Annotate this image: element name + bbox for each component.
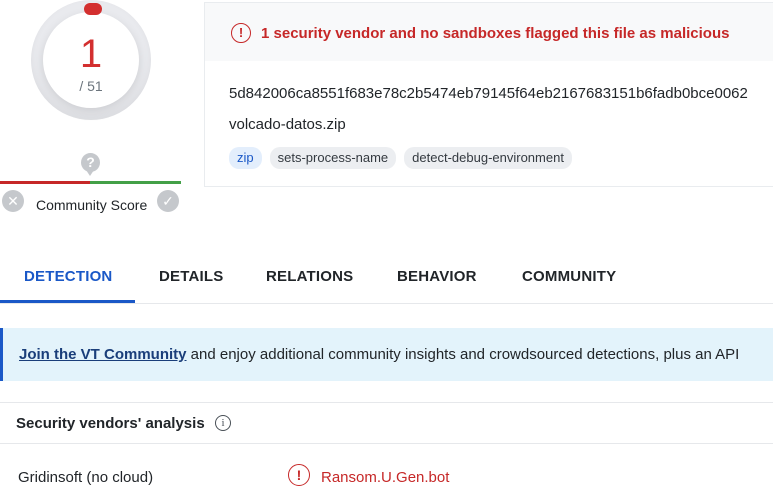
tab-relations[interactable]: RELATIONS: [266, 268, 353, 285]
gauge-detection-marker: [84, 3, 102, 15]
community-score-widget: 1 / 51 ? ✕ Community Score ✓: [0, 0, 200, 220]
vendors-title: Security vendors' analysis: [16, 415, 205, 432]
join-community-link[interactable]: Join the VT Community: [19, 346, 187, 363]
tab-detection[interactable]: DETECTION: [24, 268, 112, 285]
community-score-label: Community Score: [36, 197, 148, 213]
join-community-banner: Join the VT Community and enjoy addition…: [0, 328, 773, 381]
alert-text: 1 security vendor and no sandboxes flagg…: [261, 25, 730, 42]
vendors-divider: [0, 443, 773, 444]
vote-malicious-icon[interactable]: ✕: [2, 190, 24, 212]
file-hash: 5d842006ca8551f683e78c2b5474eb79145f64eb…: [229, 85, 748, 102]
tab-community[interactable]: COMMUNITY: [522, 268, 616, 285]
malicious-alert-icon: !: [288, 464, 310, 486]
security-vendors-panel: Security vendors' analysis i Gridinsoft …: [0, 402, 773, 501]
file-tags: zip sets-process-name detect-debug-envir…: [229, 147, 572, 169]
detection-gauge: 1 / 51: [31, 0, 151, 124]
tab-behavior[interactable]: BEHAVIOR: [397, 268, 477, 285]
alert-icon: !: [231, 23, 251, 43]
detection-count: 1: [79, 32, 103, 76]
banner-message: and enjoy additional community insights …: [186, 346, 740, 363]
vote-harmless-icon[interactable]: ✓: [157, 190, 179, 212]
file-name: volcado-datos.zip: [229, 116, 346, 133]
tag-detect-debug-environment[interactable]: detect-debug-environment: [404, 147, 572, 169]
question-icon-pointer: [86, 170, 94, 176]
community-score-bar-negative: [0, 181, 90, 184]
community-score-bar-positive: [90, 181, 181, 184]
tab-details[interactable]: DETAILS: [159, 268, 223, 285]
vendor-name: Gridinsoft (no cloud): [18, 469, 154, 486]
tag-zip[interactable]: zip: [229, 147, 262, 169]
detection-alert: ! 1 security vendor and no sandboxes fla…: [205, 3, 773, 61]
info-icon[interactable]: i: [215, 415, 231, 431]
file-summary-card: ! 1 security vendor and no sandboxes fla…: [204, 2, 773, 187]
detection-total: / 51: [79, 78, 103, 94]
banner-text: Join the VT Community and enjoy addition…: [19, 346, 739, 363]
active-tab-indicator: [0, 300, 135, 303]
vendor-result: Ransom.U.Gen.bot: [321, 469, 450, 486]
tag-sets-process-name[interactable]: sets-process-name: [269, 147, 397, 169]
report-tabs: DETECTION DETAILS RELATIONS BEHAVIOR COM…: [0, 262, 773, 304]
